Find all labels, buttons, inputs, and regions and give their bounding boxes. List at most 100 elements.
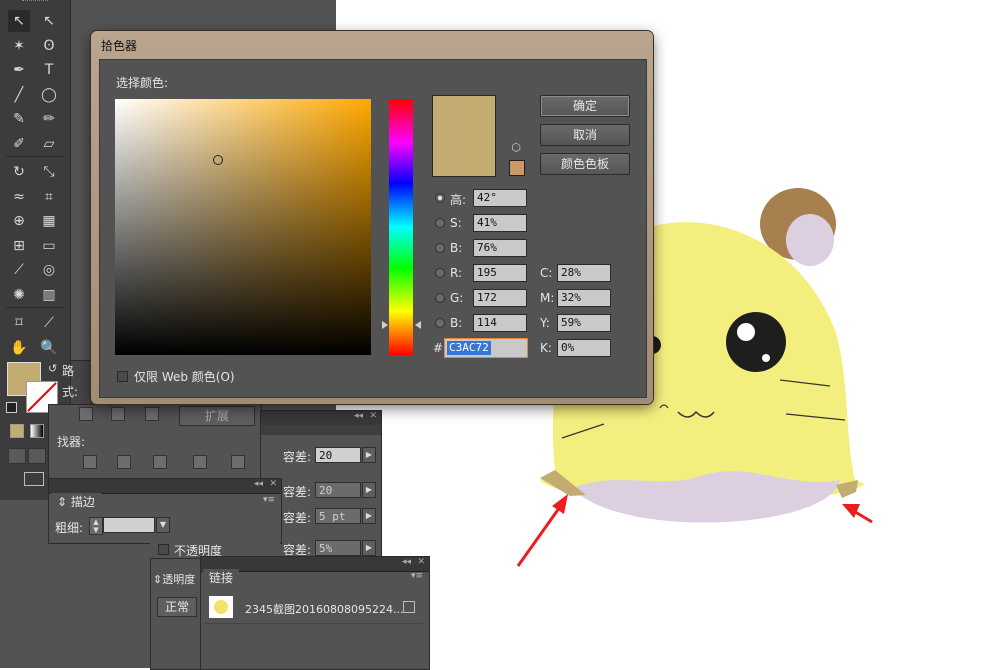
- pencil-tool[interactable]: ✏: [38, 108, 60, 130]
- ok-button[interactable]: 确定: [540, 95, 630, 117]
- tolerance-field[interactable]: 20: [315, 447, 361, 463]
- gamut-warning-swatch[interactable]: [509, 160, 525, 176]
- expand-button[interactable]: 扩展: [179, 406, 255, 426]
- stroke-tab[interactable]: ⇕ 描边: [51, 493, 101, 511]
- web-colors-only-checkbox[interactable]: [117, 371, 128, 382]
- stroke-weight-label: 粗细:: [55, 521, 84, 535]
- lasso-tool[interactable]: ʘ: [38, 35, 60, 57]
- pathfinder-divide-icon[interactable]: [83, 455, 97, 469]
- color-field[interactable]: [115, 99, 371, 355]
- tolerance-field-2[interactable]: 20: [315, 482, 361, 498]
- green-radio[interactable]: [435, 293, 445, 303]
- stroke-weight-field[interactable]: [103, 517, 155, 533]
- blue-radio[interactable]: [435, 318, 445, 328]
- direct-selection-tool[interactable]: ↖: [38, 10, 60, 32]
- link-item[interactable]: 2345截图20160808095224...: [205, 593, 423, 624]
- links-panel-menu-icon[interactable]: ▾≡: [411, 571, 423, 581]
- stroke-panel-menu-icon[interactable]: ▾≡: [263, 495, 275, 505]
- yellow-field[interactable]: 59%: [557, 314, 611, 332]
- rotate-tool[interactable]: ↻: [8, 161, 30, 183]
- links-tab[interactable]: 链接: [203, 569, 240, 587]
- tolerance-label-2: 容差:: [283, 485, 312, 499]
- eyedropper-tool[interactable]: ⟋: [8, 259, 30, 281]
- tolerance-field-4[interactable]: 5%: [315, 540, 361, 556]
- zoom-tool[interactable]: 🔍: [38, 337, 60, 359]
- hue-slider[interactable]: [389, 99, 413, 355]
- slice-tool[interactable]: ⟋: [38, 312, 60, 334]
- color-preview: [432, 95, 496, 177]
- pathfinder-crop-icon[interactable]: [193, 455, 207, 469]
- tolerance-dropdown-3-icon[interactable]: ▶: [362, 508, 376, 524]
- line-tool[interactable]: ╱: [8, 84, 30, 106]
- type-tool[interactable]: T: [38, 59, 60, 81]
- free-transform-tool[interactable]: ⌗: [38, 186, 60, 208]
- blend-mode-dropdown[interactable]: 正常: [157, 597, 197, 617]
- brightness-radio[interactable]: [435, 243, 445, 253]
- stroke-weight-dropdown-icon[interactable]: ▼: [156, 517, 170, 533]
- artboard-tool[interactable]: ⌑: [8, 312, 30, 334]
- pathfinder-intersect-icon[interactable]: [145, 407, 159, 421]
- web-safe-warning-icon[interactable]: ⬡: [509, 141, 523, 155]
- draw-behind-icon[interactable]: [28, 448, 46, 464]
- cyan-field[interactable]: 28%: [557, 264, 611, 282]
- pen-tool[interactable]: ✒: [8, 59, 30, 81]
- red-radio[interactable]: [435, 268, 445, 278]
- screen-mode-icon[interactable]: [24, 472, 44, 486]
- column-graph-tool[interactable]: ▥: [38, 284, 60, 306]
- cancel-button[interactable]: 取消: [540, 124, 630, 146]
- shape-builder-tool[interactable]: ⊕: [8, 210, 30, 232]
- scale-tool[interactable]: ⤡: [38, 161, 60, 183]
- tolerance-dropdown-icon[interactable]: ▶: [362, 447, 376, 463]
- pathfinder-minus-icon[interactable]: [111, 407, 125, 421]
- transparency-tab[interactable]: ⇕透明度: [151, 571, 198, 589]
- paintbrush-tool[interactable]: ✎: [8, 108, 30, 130]
- saturation-radio[interactable]: [435, 218, 445, 228]
- default-colors-icon[interactable]: [6, 402, 17, 413]
- selection-tool[interactable]: ↖: [8, 10, 30, 32]
- width-tool[interactable]: ≈: [8, 186, 30, 208]
- stroke-weight-stepper[interactable]: ▲ ▼: [89, 517, 103, 535]
- swap-colors-icon[interactable]: ↺: [48, 362, 57, 375]
- brightness-label: B:: [450, 241, 463, 255]
- hue-field[interactable]: 42°: [473, 189, 527, 207]
- stroke-panel-bar: ◂◂ ✕: [49, 479, 281, 494]
- opacity-checkbox[interactable]: [158, 544, 169, 555]
- symbol-sprayer-tool[interactable]: ✺: [8, 284, 30, 306]
- hue-radio[interactable]: [435, 193, 445, 203]
- pathfinder-unite-icon[interactable]: [79, 407, 93, 421]
- tolerance-field-3[interactable]: 5 pt: [315, 508, 361, 524]
- pathfinder-trim-icon[interactable]: [117, 455, 131, 469]
- blue-field[interactable]: 114: [473, 314, 527, 332]
- magenta-field[interactable]: 32%: [557, 289, 611, 307]
- magic-wand-tool[interactable]: ✶: [8, 35, 30, 57]
- red-field[interactable]: 195: [473, 264, 527, 282]
- draw-normal-icon[interactable]: [8, 448, 26, 464]
- brightness-field[interactable]: 76%: [473, 239, 527, 257]
- blend-tool[interactable]: ◎: [38, 259, 60, 281]
- gradient-tool[interactable]: ▭: [38, 235, 60, 257]
- blob-brush-tool[interactable]: ✐: [8, 133, 30, 155]
- tolerance-dropdown-2-icon[interactable]: ▶: [362, 482, 376, 498]
- color-swatches-button[interactable]: 颜色色板: [540, 153, 630, 175]
- gradient-mode-icon[interactable]: [30, 424, 44, 438]
- links-panel: ◂◂ ✕ 链接 ▾≡ 2345截图20160808095224...: [200, 556, 430, 670]
- saturation-field[interactable]: 41%: [473, 214, 527, 232]
- green-field[interactable]: 172: [473, 289, 527, 307]
- color-field-cursor[interactable]: [213, 155, 223, 165]
- hand-tool[interactable]: ✋: [8, 337, 30, 359]
- hue-slider-right-handle[interactable]: [415, 321, 421, 329]
- eraser-tool[interactable]: ▱: [38, 133, 60, 155]
- perspective-tool[interactable]: ▦: [38, 210, 60, 232]
- tolerance-dropdown-4-icon[interactable]: ▶: [362, 540, 376, 556]
- color-mode-icon[interactable]: [10, 424, 24, 438]
- toolbar-grip[interactable]: [22, 0, 48, 5]
- pathfinder-outline-icon[interactable]: [231, 455, 245, 469]
- ellipse-tool[interactable]: ◯: [38, 84, 60, 106]
- hex-field[interactable]: C3AC72: [444, 338, 528, 358]
- pathfinder-merge-icon[interactable]: [153, 455, 167, 469]
- black-field[interactable]: 0%: [557, 339, 611, 357]
- mesh-tool[interactable]: ⊞: [8, 235, 30, 257]
- tolerance-label: 容差:: [283, 450, 312, 464]
- hue-slider-left-handle[interactable]: [382, 321, 388, 329]
- select-color-label: 选择颜色:: [116, 76, 169, 90]
